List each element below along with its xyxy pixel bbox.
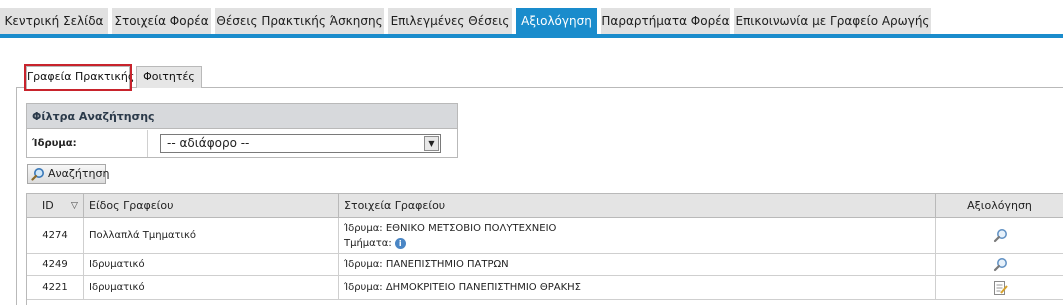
filters-title: Φίλτρα Αναζήτησης xyxy=(27,104,457,129)
table-row-id: 4274 xyxy=(27,218,84,254)
table-row-type: Ιδρυματικό xyxy=(84,276,339,300)
column-header-office-details[interactable]: Στοιχεία Γραφείου xyxy=(339,194,936,218)
tab-internship-positions[interactable]: Θέσεις Πρακτικής Άσκησης xyxy=(215,8,384,34)
row-institution: Ίδρυμα: ΕΘΝΙΚΟ ΜΕΤΣΟΒΙΟ ΠΟΛΥΤΕΧΝΕΙΟ xyxy=(344,223,557,234)
table-row-type: Ιδρυματικό xyxy=(84,254,339,276)
table-row-details: Ίδρυμα: ΕΘΝΙΚΟ ΜΕΤΣΟΒΙΟ ΠΟΛΥΤΕΧΝΕΙΟ Τμήμ… xyxy=(339,218,936,254)
table-row-id: 4249 xyxy=(27,254,84,276)
chevron-down-icon[interactable]: ▼ xyxy=(424,136,439,151)
table-row-type: Πολλαπλά Τμηματικό xyxy=(84,218,339,254)
tab-organization-info[interactable]: Στοιχεία Φορέα xyxy=(112,8,211,34)
magnifier-icon[interactable] xyxy=(993,228,1008,243)
tab-home[interactable]: Κεντρική Σελίδα xyxy=(0,8,108,34)
subtab-practice-offices[interactable]: Γραφεία Πρακτικής xyxy=(26,66,134,89)
column-header-office-type[interactable]: Είδος Γραφείου xyxy=(84,194,339,218)
nav-underline xyxy=(0,34,1063,38)
edit-form-icon[interactable] xyxy=(993,280,1008,296)
table-row-details: Ίδρυμα: ΠΑΝΕΠΙΣΤΗΜΙΟ ΠΑΤΡΩΝ xyxy=(339,254,936,276)
row-departments: Τμήματα: i xyxy=(344,236,935,251)
institution-select[interactable]: -- αδιάφορο -- ▼ xyxy=(160,134,441,153)
results-grid: ID ▽ Είδος Γραφείου Στοιχεία Γραφείου Αξ… xyxy=(26,193,1063,305)
info-icon[interactable]: i xyxy=(394,237,406,249)
subtab-students[interactable]: Φοιτητές xyxy=(136,66,202,88)
tab-selected-positions[interactable]: Επιλεγμένες Θέσεις xyxy=(388,8,512,34)
column-header-id[interactable]: ID ▽ xyxy=(27,194,84,218)
table-row-eval xyxy=(936,276,1063,300)
table-row-id: 4221 xyxy=(27,276,84,300)
search-button-label: Αναζήτηση xyxy=(48,167,110,180)
column-header-evaluation[interactable]: Αξιολόγηση xyxy=(936,194,1063,218)
table-row-eval xyxy=(936,254,1063,276)
table-row-eval xyxy=(936,218,1063,254)
tab-helpdesk-contact[interactable]: Επικοινωνία με Γραφείο Αρωγής xyxy=(734,8,931,34)
sort-desc-icon[interactable]: ▽ xyxy=(71,194,78,217)
search-button[interactable]: Αναζήτηση xyxy=(27,164,110,184)
top-navigation: Κεντρική Σελίδα Στοιχεία Φορέα Θέσεις Πρ… xyxy=(0,0,1063,38)
search-icon xyxy=(31,168,44,181)
table-row-details: Ίδρυμα: ΔΗΜΟΚΡΙΤΕΙΟ ΠΑΝΕΠΙΣΤΗΜΙΟ ΘΡΑΚΗΣ xyxy=(339,276,936,300)
magnifier-icon[interactable] xyxy=(993,257,1008,272)
institution-select-value: -- αδιάφορο -- xyxy=(167,136,250,150)
tab-organization-branches[interactable]: Παραρτήματα Φορέα xyxy=(601,8,730,34)
tab-evaluation[interactable]: Αξιολόγηση xyxy=(516,8,597,34)
institution-label: Ίδρυμα: xyxy=(27,130,148,157)
